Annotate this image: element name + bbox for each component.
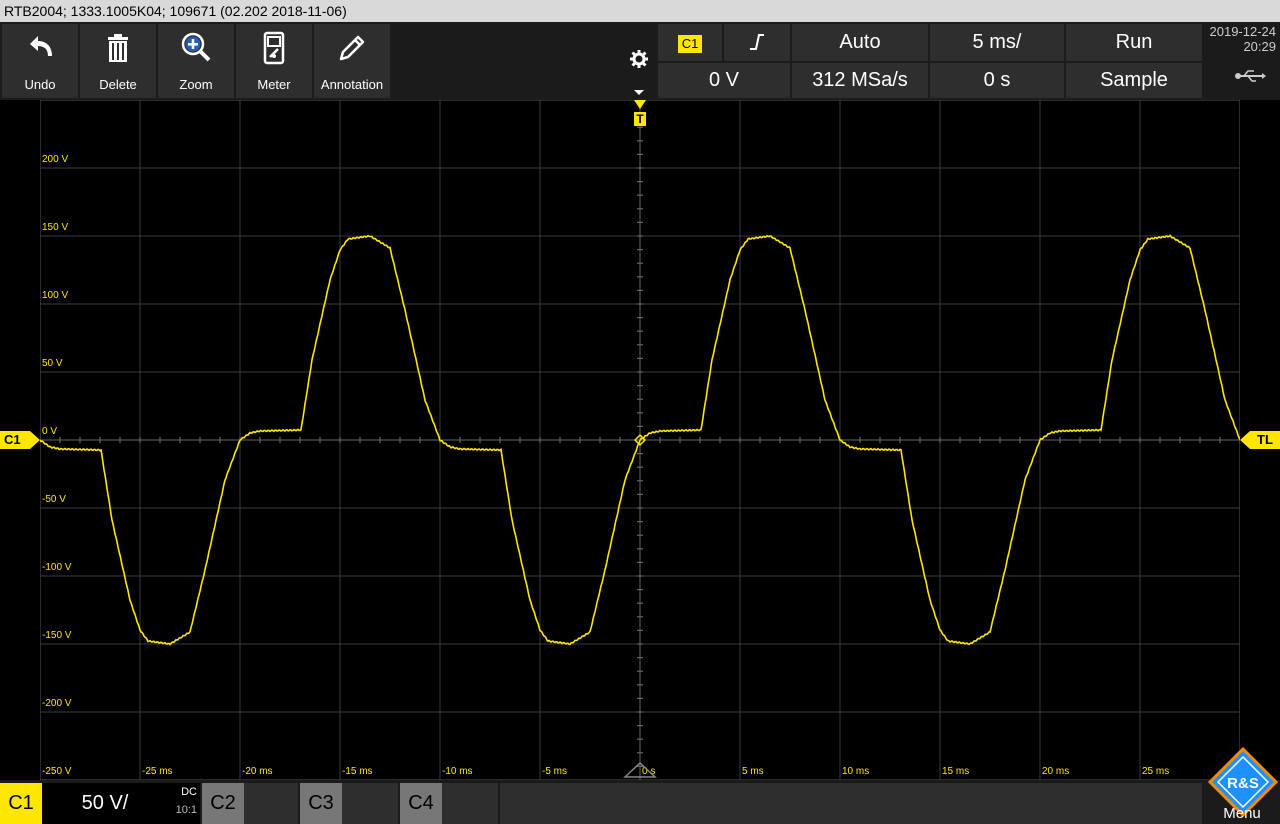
timebase-button[interactable]: 5 ms/	[930, 24, 1064, 61]
delete-button[interactable]: Delete	[80, 24, 156, 98]
x-axis-label: -25 ms	[142, 766, 173, 777]
channel-marker-arrow-icon	[30, 431, 40, 449]
channel-c1-label: C1	[0, 783, 42, 824]
trigger-level-arrow-icon	[1240, 431, 1250, 449]
trigger-level-button[interactable]: 0 V	[658, 63, 790, 98]
trigger-slope-button[interactable]	[724, 24, 790, 61]
channel-c1-probe: 10:1	[175, 804, 197, 816]
annotation-button[interactable]: Annotation	[314, 24, 390, 98]
logo-text: R&S	[1227, 775, 1259, 792]
settings-button[interactable]	[622, 24, 656, 100]
zoom-button[interactable]: Zoom	[158, 24, 234, 98]
channel-offset-marker[interactable]: C1	[0, 431, 30, 449]
x-axis-label: 10 ms	[842, 766, 869, 777]
channel-c4-box[interactable]: C4	[400, 783, 498, 824]
sample-rate-button[interactable]: 312 MSa/s	[792, 63, 928, 98]
channel-c1-coupling: DC	[181, 786, 197, 798]
meter-icon	[263, 31, 285, 65]
channel-c2-box[interactable]: C2	[202, 783, 298, 824]
x-axis-label: 25 ms	[1142, 766, 1169, 777]
datetime: 2019-12-24 20:29	[1204, 24, 1276, 98]
horizontal-position-button[interactable]: 0 s	[930, 63, 1064, 98]
y-axis-label: 200 V	[42, 154, 68, 165]
y-axis-label: -200 V	[42, 698, 72, 709]
channel-bar: C1 50 V/ DC 10:1 C2 C3 C4	[0, 780, 1280, 824]
y-axis-label: 50 V	[42, 358, 63, 369]
undo-button[interactable]: Undo	[2, 24, 78, 98]
x-axis-label: 15 ms	[942, 766, 969, 777]
trigger-marker-label: T	[634, 112, 646, 126]
channel-c1-box[interactable]: C1 50 V/ DC 10:1	[0, 783, 200, 824]
y-axis-label: -250 V	[42, 766, 72, 777]
run-stop-button[interactable]: Run	[1066, 24, 1202, 61]
trigger-source-button[interactable]: C1	[658, 24, 722, 61]
rising-edge-icon	[750, 34, 764, 50]
channel-c4-label: C4	[400, 783, 442, 824]
meter-button[interactable]: Meter	[236, 24, 312, 98]
trigger-level-marker[interactable]: TL	[1250, 431, 1280, 449]
trigger-arrow-icon	[634, 100, 646, 109]
y-axis-label: -50 V	[42, 494, 66, 505]
trigger-level-label: TL	[1257, 432, 1273, 447]
channel-bar-empty	[500, 783, 1202, 824]
channel-c2-label: C2	[202, 783, 244, 824]
channel-c3-box[interactable]: C3	[300, 783, 398, 824]
annotation-label: Annotation	[320, 77, 384, 92]
trigger-marker[interactable]: T	[632, 100, 648, 128]
x-axis-label: -20 ms	[242, 766, 273, 777]
menu-button[interactable]: Menu	[1212, 805, 1272, 822]
date: 2019-12-24	[1209, 24, 1277, 39]
gear-icon	[630, 50, 648, 68]
channel-c1-scale: 50 V/	[42, 783, 168, 824]
x-axis-label: -15 ms	[342, 766, 373, 777]
channel-offset-label: C1	[4, 432, 21, 447]
delete-label: Delete	[99, 77, 137, 92]
y-axis-label: 150 V	[42, 222, 68, 233]
title-bar: RTB2004; 1333.1005K04; 109671 (02.202 20…	[0, 0, 1280, 22]
waveform-display[interactable]: 200 V 150 V 100 V 50 V 0 V -50 V -100 V -150 V -…	[40, 100, 1240, 780]
time: 20:29	[1243, 39, 1276, 54]
acquisition-mode-button[interactable]: Sample	[1066, 63, 1202, 98]
channel-c3-label: C3	[300, 783, 342, 824]
y-axis-label: 100 V	[42, 290, 68, 301]
y-axis-label: 0 V	[42, 426, 57, 437]
usb-icon	[1235, 70, 1266, 82]
y-axis-label: -150 V	[42, 630, 72, 641]
zoom-label: Zoom	[179, 77, 213, 92]
zoom-in-icon	[181, 32, 211, 62]
undo-icon	[30, 36, 52, 56]
x-axis-label: 20 ms	[1042, 766, 1069, 777]
x-axis-label: 5 ms	[742, 766, 764, 777]
meter-label: Meter	[257, 77, 291, 92]
trigger-mode-button[interactable]: Auto	[792, 24, 928, 61]
x-axis-label: -5 ms	[542, 766, 567, 777]
pencil-icon	[339, 35, 365, 61]
x-axis-label: -10 ms	[442, 766, 473, 777]
undo-label: Undo	[24, 77, 56, 92]
trigger-source-badge: C1	[677, 35, 703, 53]
chevron-down-icon	[634, 90, 644, 95]
y-axis-label: -100 V	[42, 562, 72, 573]
trash-icon	[108, 34, 128, 62]
